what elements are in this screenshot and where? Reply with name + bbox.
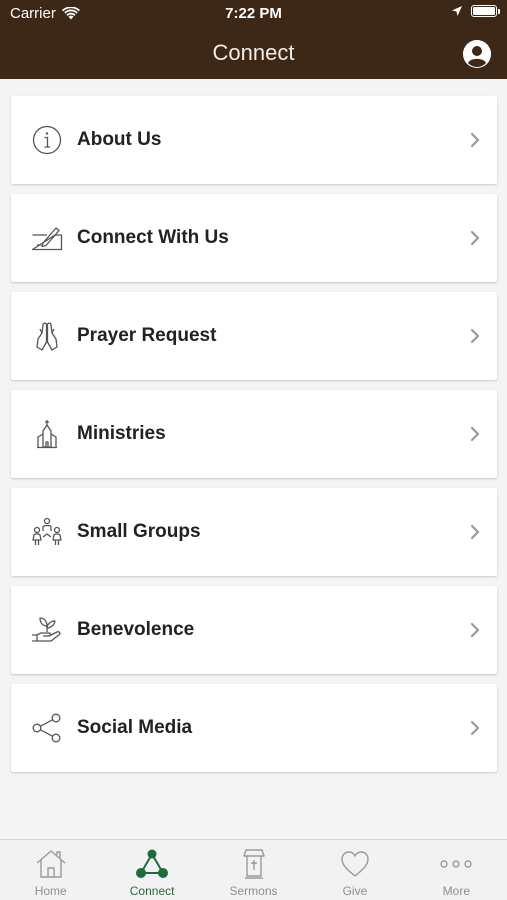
tab-bar: Home Connect Sermons Give More — [0, 839, 507, 900]
menu-list: About Us Connect With Us Prayer Request — [11, 96, 497, 782]
tab-more[interactable]: More — [406, 840, 507, 900]
menu-item-label: Small Groups — [77, 521, 201, 542]
status-right — [451, 5, 500, 17]
menu-item-label: Prayer Request — [77, 325, 217, 346]
more-dots-icon — [440, 848, 473, 880]
share-icon — [30, 711, 64, 745]
tab-label: Give — [342, 884, 368, 898]
status-bar: Carrier 7:22 PM — [0, 0, 507, 28]
menu-item-label: About Us — [77, 129, 162, 150]
battery-icon — [471, 5, 500, 17]
chevron-right-icon — [470, 328, 480, 344]
signup-pencil-icon — [30, 221, 64, 255]
page-title: Connect — [212, 40, 295, 65]
people-group-icon — [30, 515, 64, 549]
chevron-right-icon — [470, 426, 480, 442]
hand-plant-icon — [30, 613, 64, 647]
chevron-right-icon — [470, 622, 480, 638]
menu-item-connect-with-us[interactable]: Connect With Us — [11, 194, 497, 282]
status-time: 7:22 PM — [225, 5, 282, 22]
praying-hands-icon — [30, 319, 64, 353]
info-icon — [30, 123, 64, 157]
tab-label: More — [442, 884, 470, 898]
menu-item-about-us[interactable]: About Us — [11, 96, 497, 184]
tab-label: Sermons — [229, 884, 278, 898]
tab-give[interactable]: Give — [304, 840, 405, 900]
tab-label: Connect — [129, 884, 175, 898]
menu-item-label: Connect With Us — [77, 227, 229, 248]
chevron-right-icon — [470, 720, 480, 736]
chevron-right-icon — [470, 132, 480, 148]
tab-connect[interactable]: Connect — [101, 840, 202, 900]
chevron-right-icon — [470, 524, 480, 540]
chevron-right-icon — [470, 230, 480, 246]
home-icon — [35, 848, 67, 880]
connect-icon — [136, 848, 169, 880]
menu-item-label: Benevolence — [77, 619, 195, 640]
menu-item-label: Social Media — [77, 717, 193, 738]
header: Carrier 7:22 PM Connect — [0, 0, 507, 79]
location-arrow-icon — [452, 6, 462, 16]
tab-home[interactable]: Home — [0, 840, 101, 900]
menu-item-label: Ministries — [77, 423, 166, 444]
menu-item-ministries[interactable]: Ministries — [11, 390, 497, 478]
menu-item-social-media[interactable]: Social Media — [11, 684, 497, 772]
tab-sermons[interactable]: Sermons — [203, 840, 304, 900]
menu-item-prayer-request[interactable]: Prayer Request — [11, 292, 497, 380]
church-icon — [30, 417, 64, 451]
menu-item-benevolence[interactable]: Benevolence — [11, 586, 497, 674]
heart-icon — [339, 848, 371, 880]
menu-item-small-groups[interactable]: Small Groups — [11, 488, 497, 576]
profile-icon — [463, 40, 491, 68]
tab-label: Home — [34, 884, 67, 898]
pulpit-icon — [238, 848, 270, 880]
profile-button[interactable] — [463, 40, 491, 68]
